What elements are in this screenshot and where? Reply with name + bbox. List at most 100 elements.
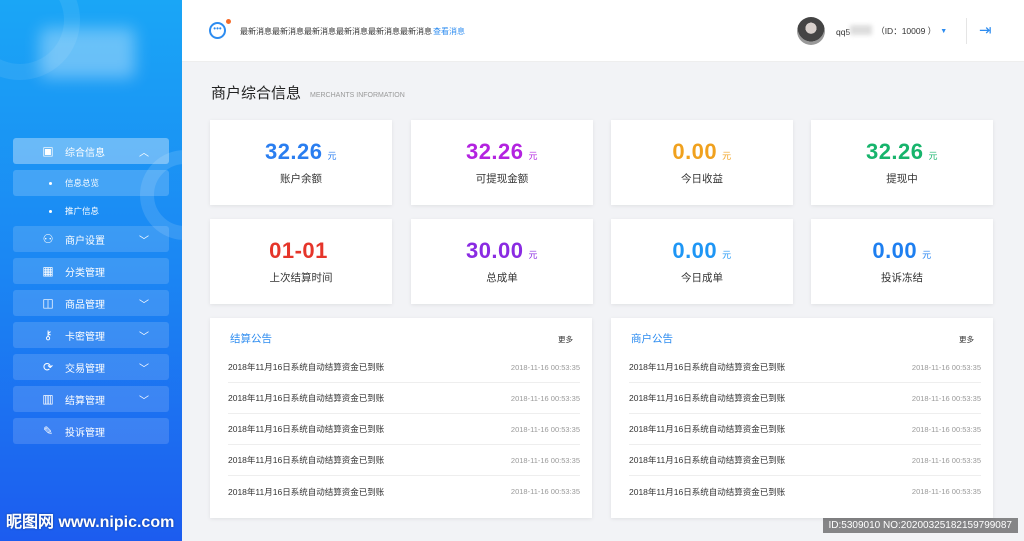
list-item[interactable]: 2018年11月16日系统自动结算资金已到账 2018-11-16 00:53:3… <box>228 445 580 476</box>
announcement-text: 2018年11月16日系统自动结算资金已到账 <box>629 455 786 465</box>
more-link[interactable]: 更多 <box>959 334 974 345</box>
chevron-down-icon[interactable]: ﹀ <box>139 360 149 375</box>
exchange-icon: ⟳ <box>42 360 54 374</box>
stat-value-row: 0.00 元 <box>611 139 793 165</box>
user-settings-icon: ⚇ <box>42 232 54 246</box>
sidebar-subitem[interactable]: 信息总览 <box>13 170 169 196</box>
sidebar-item-label: 交易管理 <box>65 363 105 375</box>
sidebar-item[interactable]: ⟳ 交易管理 ﹀ <box>13 354 169 380</box>
announcement-time: 2018-11-16 00:53:35 <box>510 393 580 403</box>
sidebar-subitem-label: 信息总览 <box>65 178 100 188</box>
username: qq5 <box>836 25 873 37</box>
view-messages-link[interactable]: 查看消息 <box>433 26 465 37</box>
chevron-down-icon[interactable]: ﹀ <box>139 296 149 311</box>
latest-message: 最新消息最新消息最新消息最新消息最新消息最新消息 <box>240 27 432 36</box>
stat-card: 0.00 元今日收益 <box>611 120 793 205</box>
list-item[interactable]: 2018年11月16日系统自动结算资金已到账 2018-11-16 00:53:3… <box>228 414 580 445</box>
stat-label: 投诉冻结 <box>881 272 923 284</box>
calendar-icon: ▥ <box>42 392 54 406</box>
announcement-text: 2018年11月16日系统自动结算资金已到账 <box>629 393 786 403</box>
sidebar-item[interactable]: ⚇ 商户设置 ﹀ <box>13 226 169 252</box>
chevron-down-icon[interactable]: ﹀ <box>139 392 149 407</box>
announcement-time: 2018-11-16 00:53:35 <box>510 424 580 434</box>
avatar[interactable] <box>797 17 825 45</box>
more-link[interactable]: 更多 <box>558 334 573 345</box>
sidebar-subitem[interactable]: 推广信息 <box>13 198 169 224</box>
caret-down-icon[interactable]: ▼ <box>940 28 947 35</box>
edit-icon: ✎ <box>42 424 54 438</box>
stat-value: 0.00 <box>672 238 718 263</box>
stat-label: 总成单 <box>486 272 518 284</box>
sidebar-nav: ▣ 综合信息 ︿ 信息总览推广信息 ⚇ 商户设置 ﹀ ▦ 分类管理 ◫ 商品管理 ﹀ ⚷ 卡密管理 ﹀ ⟳ 交易… <box>13 138 169 450</box>
top-header: ••• 最新消息最新消息最新消息最新消息最新消息最新消息 查看消息 qq5 （I… <box>182 0 1024 62</box>
sidebar-item[interactable]: ⚷ 卡密管理 ﹀ <box>13 322 169 348</box>
announcement-time: 2018-11-16 00:53:35 <box>911 487 981 496</box>
sidebar-item-label: 综合信息 <box>65 147 105 159</box>
list-item[interactable]: 2018年11月16日系统自动结算资金已到账 2018-11-16 00:53:3… <box>228 352 580 383</box>
sidebar-item[interactable]: ▣ 综合信息 ︿ <box>13 138 169 164</box>
list-item[interactable]: 2018年11月16日系统自动结算资金已到账 2018-11-16 00:53:3… <box>228 476 580 507</box>
announcement-list: 2018年11月16日系统自动结算资金已到账 2018-11-16 00:53:3… <box>629 352 981 507</box>
stat-value: 01-01 <box>269 238 328 263</box>
stat-value-row: 32.26 元 <box>210 139 392 165</box>
sidebar-item[interactable]: ▦ 分类管理 <box>13 258 169 284</box>
stat-label: 可提现金额 <box>475 173 529 185</box>
grid-icon: ▦ <box>42 264 54 278</box>
stat-card: 0.00 元投诉冻结 <box>811 219 993 304</box>
unread-dot <box>226 19 231 24</box>
stat-unit: 元 <box>528 250 539 260</box>
stat-value-row: 01-01 <box>210 238 392 264</box>
monitor-icon: ▣ <box>42 144 54 158</box>
sidebar-item-label: 结算管理 <box>65 395 105 407</box>
stat-card: 01-01 上次结算时间 <box>210 219 392 304</box>
stat-card: 32.26 元提现中 <box>811 120 993 205</box>
list-item[interactable]: 2018年11月16日系统自动结算资金已到账 2018-11-16 00:53:3… <box>629 352 981 383</box>
message-icon[interactable]: ••• <box>209 22 226 39</box>
key-icon: ⚷ <box>43 328 53 342</box>
sidebar-item-label: 投诉管理 <box>65 427 105 439</box>
stat-unit: 元 <box>528 151 539 161</box>
merchant-announcements-panel: 商户公告 更多 2018年11月16日系统自动结算资金已到账 2018-11-16 0… <box>611 318 993 518</box>
user-menu[interactable]: qq5 （ID：10009 ） ▼ <box>836 25 947 37</box>
chevron-up-icon[interactable]: ︿ <box>139 144 149 159</box>
chevron-down-icon[interactable]: ﹀ <box>139 232 149 247</box>
panel-title: 商户公告 <box>631 333 673 345</box>
sidebar-item[interactable]: ✎ 投诉管理 <box>13 418 169 444</box>
stat-label: 今日成单 <box>681 272 723 284</box>
announcement-text: 2018年11月16日系统自动结算资金已到账 <box>228 455 385 465</box>
divider <box>966 18 967 44</box>
watermark-id: ID:5309010 NO:20200325182159799087 <box>822 518 1018 533</box>
list-item[interactable]: 2018年11月16日系统自动结算资金已到账 2018-11-16 00:53:3… <box>228 383 580 414</box>
list-item[interactable]: 2018年11月16日系统自动结算资金已到账 2018-11-16 00:53:3… <box>629 414 981 445</box>
stat-value: 0.00 <box>872 238 918 263</box>
announcement-text: 2018年11月16日系统自动结算资金已到账 <box>629 486 786 497</box>
announcement-text: 2018年11月16日系统自动结算资金已到账 <box>228 393 385 403</box>
settlement-announcements-panel: 结算公告 更多 2018年11月16日系统自动结算资金已到账 2018-11-16 0… <box>210 318 592 518</box>
stat-label: 今日收益 <box>681 173 723 185</box>
chevron-down-icon[interactable]: ﹀ <box>139 328 149 343</box>
page-subtitle: MERCHANTS INFORMATION <box>310 92 405 99</box>
stat-card: 32.26 元可提现金额 <box>411 120 593 205</box>
stat-card: 0.00 元今日成单 <box>611 219 793 304</box>
bullet-icon <box>49 209 52 213</box>
sidebar-item[interactable]: ◫ 商品管理 ﹀ <box>13 290 169 316</box>
stat-label: 上次结算时间 <box>269 272 333 284</box>
stat-label: 提现中 <box>886 173 918 185</box>
watermark-site: 昵图网 www.nipic.com <box>6 514 175 531</box>
list-item[interactable]: 2018年11月16日系统自动结算资金已到账 2018-11-16 00:53:3… <box>629 383 981 414</box>
announcement-text: 2018年11月16日系统自动结算资金已到账 <box>629 424 786 434</box>
list-item[interactable]: 2018年11月16日系统自动结算资金已到账 2018-11-16 00:53:3… <box>629 445 981 476</box>
sidebar: ▣ 综合信息 ︿ 信息总览推广信息 ⚇ 商户设置 ﹀ ▦ 分类管理 ◫ 商品管理 ﹀ ⚷ 卡密管理 ﹀ ⟳ 交易… <box>0 0 182 541</box>
stat-unit: 元 <box>722 151 732 161</box>
list-item[interactable]: 2018年11月16日系统自动结算资金已到账 2018-11-16 00:53:3… <box>629 476 981 507</box>
announcement-time: 2018-11-16 00:53:35 <box>911 424 981 434</box>
announcement-time: 2018-11-16 00:53:35 <box>911 393 981 403</box>
announcement-text: 2018年11月16日系统自动结算资金已到账 <box>629 362 786 372</box>
announcement-time: 2018-11-16 00:53:35 <box>510 487 580 496</box>
user-id: （ID：10009 ） <box>876 26 937 36</box>
stat-unit: 元 <box>722 250 732 260</box>
bullet-icon <box>49 181 52 185</box>
stat-unit: 元 <box>327 151 338 161</box>
logout-icon[interactable]: ⇥ <box>979 21 992 39</box>
sidebar-item[interactable]: ▥ 结算管理 ﹀ <box>13 386 169 412</box>
